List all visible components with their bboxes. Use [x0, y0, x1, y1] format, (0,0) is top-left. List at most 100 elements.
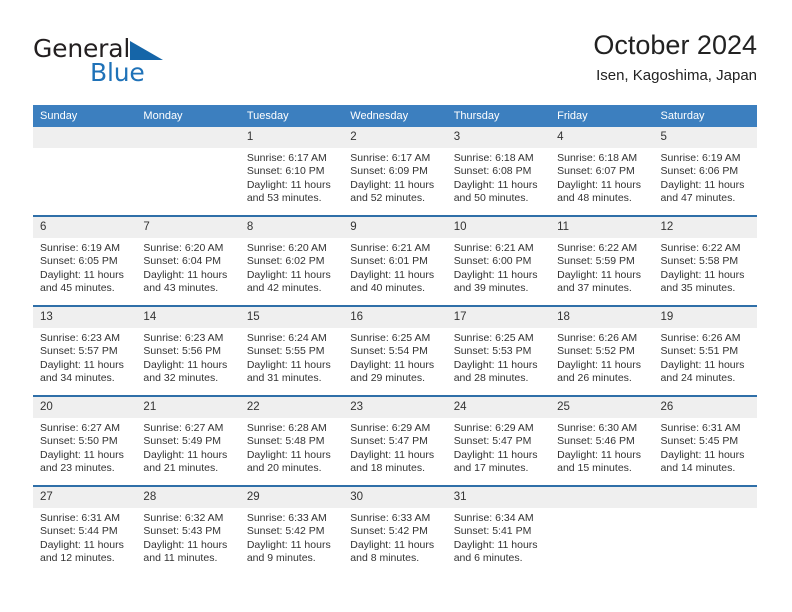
calendar-day-cell[interactable]: 20 Sunrise: 6:27 AM Sunset: 5:50 PM Dayligh… [33, 395, 137, 486]
daylight-text-line1: Daylight: 11 hours [350, 268, 435, 281]
daylight-text-line1: Daylight: 11 hours [246, 448, 331, 461]
daylight-text-line2: and 17 minutes. [453, 462, 529, 475]
day-number [653, 487, 757, 508]
day-cell-inner: 14 Sunrise: 6:23 AM Sunset: 5:56 PM Dayligh… [136, 307, 240, 395]
sunrise-text: Sunrise: 6:33 AM [246, 512, 327, 524]
day-cell-inner: 4 Sunrise: 6:18 AM Sunset: 6:07 PM Daylight… [550, 127, 654, 215]
day-cell-inner: 17 Sunrise: 6:25 AM Sunset: 5:53 PM Dayligh… [446, 307, 551, 395]
calendar-day-cell[interactable]: 12 Sunrise: 6:22 AM Sunset: 5:58 PM Dayligh… [653, 215, 757, 306]
sunrise-text: Sunrise: 6:28 AM [246, 422, 327, 434]
calendar-grid: Sunday Monday Tuesday Wednesday Thursday… [33, 105, 757, 575]
calendar-day-cell[interactable]: 26 Sunrise: 6:31 AM Sunset: 5:45 PM Dayligh… [653, 395, 757, 486]
day-number: 17 [446, 307, 551, 328]
calendar-day-cell[interactable]: 7 Sunrise: 6:20 AM Sunset: 6:04 PM Daylight… [136, 215, 240, 306]
day-details: Sunrise: 6:28 AM Sunset: 5:48 PM Daylight:… [240, 418, 343, 476]
calendar-day-cell[interactable]: 24 Sunrise: 6:29 AM Sunset: 5:47 PM Dayligh… [446, 395, 551, 486]
daylight-text-line2: and 39 minutes. [453, 282, 529, 295]
calendar-day-cell[interactable]: 30 Sunrise: 6:33 AM Sunset: 5:42 PM Dayligh… [343, 485, 447, 575]
daylight-text-line2: and 45 minutes. [40, 282, 115, 295]
calendar-day-cell[interactable]: 19 Sunrise: 6:26 AM Sunset: 5:51 PM Dayligh… [653, 305, 757, 396]
calendar-day-cell[interactable]: 5 Sunrise: 6:19 AM Sunset: 6:06 PM Daylight… [653, 127, 757, 216]
sunrise-text: Sunrise: 6:17 AM [350, 152, 431, 164]
day-number: 20 [33, 397, 137, 418]
daylight-text-line1: Daylight: 11 hours [246, 358, 331, 371]
calendar-day-cell[interactable]: 22 Sunrise: 6:28 AM Sunset: 5:48 PM Dayligh… [239, 395, 344, 486]
daylight-text-line2: and 35 minutes. [660, 282, 736, 295]
sunset-text: Sunset: 6:08 PM [453, 165, 532, 178]
calendar-day-cell[interactable]: 10 Sunrise: 6:21 AM Sunset: 6:00 PM Dayligh… [446, 215, 551, 306]
calendar-day-cell[interactable]: 18 Sunrise: 6:26 AM Sunset: 5:52 PM Dayligh… [550, 305, 654, 396]
day-cell-inner: 26 Sunrise: 6:31 AM Sunset: 5:45 PM Dayligh… [653, 397, 757, 485]
calendar-day-cell[interactable]: 11 Sunrise: 6:22 AM Sunset: 5:59 PM Dayligh… [550, 215, 654, 306]
sunrise-text: Sunrise: 6:19 AM [40, 242, 120, 254]
day-cell-inner: 10 Sunrise: 6:21 AM Sunset: 6:00 PM Dayligh… [446, 217, 551, 305]
calendar-day-cell[interactable]: 2 Sunrise: 6:17 AM Sunset: 6:09 PM Daylight… [343, 127, 447, 216]
day-cell-inner [33, 127, 137, 215]
sunset-text: Sunset: 5:48 PM [246, 435, 325, 448]
sunset-text: Sunset: 5:55 PM [246, 345, 325, 358]
calendar-day-cell[interactable]: 27 Sunrise: 6:31 AM Sunset: 5:44 PM Dayligh… [33, 485, 137, 575]
day-number [136, 127, 240, 148]
day-cell-inner: 1 Sunrise: 6:17 AM Sunset: 6:10 PM Daylight… [239, 127, 344, 215]
calendar-day-cell[interactable]: 23 Sunrise: 6:29 AM Sunset: 5:47 PM Dayligh… [343, 395, 447, 486]
sunrise-text: Sunrise: 6:18 AM [453, 152, 534, 164]
day-number: 31 [446, 487, 551, 508]
daylight-text-line2: and 34 minutes. [40, 372, 115, 385]
sunset-text: Sunset: 5:53 PM [453, 345, 532, 358]
day-details: Sunrise: 6:25 AM Sunset: 5:54 PM Daylight:… [343, 328, 446, 386]
calendar-day-cell[interactable]: 17 Sunrise: 6:25 AM Sunset: 5:53 PM Dayligh… [446, 305, 551, 396]
calendar-day-cell[interactable]: 31 Sunrise: 6:34 AM Sunset: 5:41 PM Dayligh… [446, 485, 551, 575]
daylight-text-line2: and 31 minutes. [246, 372, 322, 385]
sunset-text: Sunset: 6:00 PM [453, 255, 532, 268]
sunrise-text: Sunrise: 6:32 AM [143, 512, 224, 524]
page-header: General Blue October 2024 Isen, Kagoshim… [33, 28, 757, 98]
calendar-day-cell[interactable]: 13 Sunrise: 6:23 AM Sunset: 5:57 PM Dayligh… [33, 305, 137, 396]
day-number: 9 [343, 217, 447, 238]
weekday-header-wednesday: Wednesday [343, 105, 447, 127]
calendar-week-row: 13 Sunrise: 6:23 AM Sunset: 5:57 PM Dayligh… [33, 305, 757, 396]
day-details: Sunrise: 6:31 AM Sunset: 5:44 PM Daylight:… [33, 508, 136, 566]
sunrise-text: Sunrise: 6:20 AM [143, 242, 224, 254]
day-cell-inner: 3 Sunrise: 6:18 AM Sunset: 6:08 PM Daylight… [446, 127, 551, 215]
calendar-day-cell[interactable]: 9 Sunrise: 6:21 AM Sunset: 6:01 PM Daylight… [343, 215, 447, 306]
daylight-text-line2: and 11 minutes. [143, 552, 218, 565]
day-cell-inner: 6 Sunrise: 6:19 AM Sunset: 6:05 PM Daylight… [33, 217, 137, 305]
day-number: 12 [653, 217, 757, 238]
sunset-text: Sunset: 5:47 PM [453, 435, 532, 448]
calendar-day-cell[interactable]: 16 Sunrise: 6:25 AM Sunset: 5:54 PM Dayligh… [343, 305, 447, 396]
day-number: 14 [136, 307, 240, 328]
day-number: 21 [136, 397, 240, 418]
day-details: Sunrise: 6:19 AM Sunset: 6:06 PM Daylight:… [654, 148, 757, 206]
sunrise-text: Sunrise: 6:26 AM [660, 332, 741, 344]
calendar-day-cell[interactable]: 8 Sunrise: 6:20 AM Sunset: 6:02 PM Daylight… [239, 215, 344, 306]
calendar-day-cell[interactable]: 25 Sunrise: 6:30 AM Sunset: 5:46 PM Dayligh… [550, 395, 654, 486]
calendar-day-cell[interactable]: 29 Sunrise: 6:33 AM Sunset: 5:42 PM Dayligh… [239, 485, 344, 575]
daylight-text-line1: Daylight: 11 hours [40, 538, 124, 551]
calendar-empty-cell [653, 485, 757, 575]
day-cell-inner: 23 Sunrise: 6:29 AM Sunset: 5:47 PM Dayligh… [343, 397, 447, 485]
day-cell-inner: 16 Sunrise: 6:25 AM Sunset: 5:54 PM Dayligh… [343, 307, 447, 395]
calendar-day-cell[interactable]: 4 Sunrise: 6:18 AM Sunset: 6:07 PM Daylight… [550, 127, 654, 216]
calendar-day-cell[interactable]: 15 Sunrise: 6:24 AM Sunset: 5:55 PM Dayligh… [239, 305, 344, 396]
calendar-empty-cell [33, 127, 137, 216]
sunrise-text: Sunrise: 6:26 AM [557, 332, 638, 344]
sunset-text: Sunset: 6:04 PM [143, 255, 222, 268]
calendar-day-cell[interactable]: 14 Sunrise: 6:23 AM Sunset: 5:56 PM Dayligh… [136, 305, 240, 396]
day-number: 18 [550, 307, 654, 328]
day-number: 29 [239, 487, 344, 508]
weekday-header-saturday: Saturday [653, 105, 757, 127]
sunset-text: Sunset: 6:09 PM [350, 165, 428, 178]
calendar-day-cell[interactable]: 3 Sunrise: 6:18 AM Sunset: 6:08 PM Daylight… [446, 127, 551, 216]
sunset-text: Sunset: 6:06 PM [660, 165, 739, 178]
day-number: 13 [33, 307, 137, 328]
daylight-text-line1: Daylight: 11 hours [350, 448, 435, 461]
daylight-text-line2: and 23 minutes. [40, 462, 115, 475]
sunset-text: Sunset: 6:01 PM [350, 255, 428, 268]
title-block: October 2024 Isen, Kagoshima, Japan [593, 28, 757, 85]
brand-logo[interactable]: General Blue [33, 34, 223, 90]
calendar-day-cell[interactable]: 6 Sunrise: 6:19 AM Sunset: 6:05 PM Daylight… [33, 215, 137, 306]
calendar-day-cell[interactable]: 21 Sunrise: 6:27 AM Sunset: 5:49 PM Dayligh… [136, 395, 240, 486]
calendar-day-cell[interactable]: 1 Sunrise: 6:17 AM Sunset: 6:10 PM Daylight… [239, 127, 344, 216]
day-details: Sunrise: 6:19 AM Sunset: 6:05 PM Daylight:… [33, 238, 136, 296]
calendar-day-cell[interactable]: 28 Sunrise: 6:32 AM Sunset: 5:43 PM Dayligh… [136, 485, 240, 575]
